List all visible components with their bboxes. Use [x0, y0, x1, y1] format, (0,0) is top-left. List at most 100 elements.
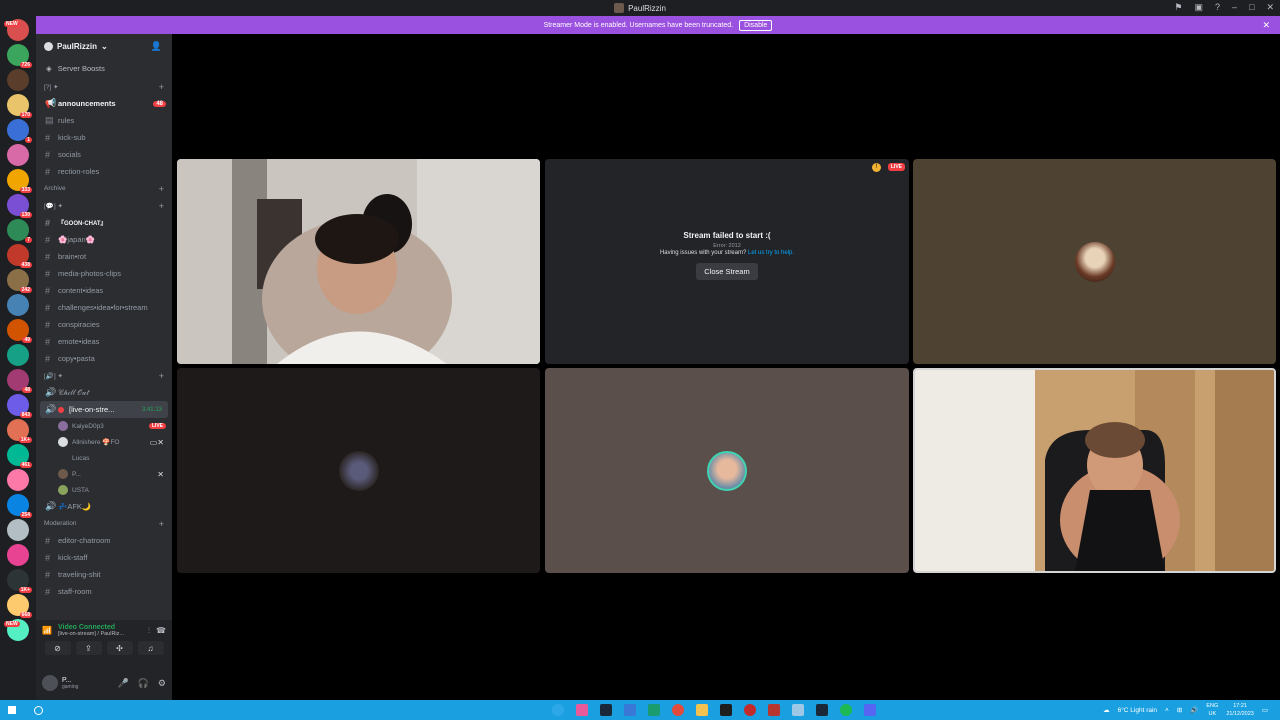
- noise-suppression-icon[interactable]: ⫶: [148, 626, 150, 636]
- server-icon[interactable]: NEW: [4, 619, 29, 641]
- server-icon[interactable]: 668: [7, 594, 32, 618]
- camera-off-button[interactable]: ⊘: [44, 641, 71, 655]
- app-icon[interactable]: [744, 704, 756, 716]
- voice-channel-link[interactable]: [live-on-stream] / PaulRiz...: [58, 631, 142, 637]
- steam-icon[interactable]: [600, 704, 612, 716]
- video-tile[interactable]: [913, 368, 1276, 573]
- category-voice[interactable]: [🔊] ✦ +: [36, 367, 172, 384]
- add-channel-icon[interactable]: +: [159, 201, 164, 211]
- voice-user[interactable]: USTA: [36, 482, 172, 498]
- screen-icon[interactable]: ▣: [1194, 2, 1203, 13]
- server-icon[interactable]: [7, 69, 29, 91]
- edge-icon[interactable]: [552, 704, 564, 716]
- add-channel-icon[interactable]: +: [159, 184, 164, 194]
- search-icon[interactable]: [34, 705, 43, 715]
- soundboard-button[interactable]: ♫: [137, 641, 164, 655]
- server-icon[interactable]: [7, 144, 29, 166]
- server-icon[interactable]: 726: [7, 44, 32, 68]
- channel-rection-roles[interactable]: # rection-roles: [36, 163, 172, 180]
- server-icon[interactable]: 242: [7, 269, 32, 293]
- server-icon[interactable]: 843: [7, 394, 32, 418]
- tray-chevron-icon[interactable]: ˄: [1165, 707, 1169, 714]
- paint-icon[interactable]: [576, 704, 588, 716]
- voice-channel-live-on-stream[interactable]: 🔊 [live-on-stre... 3:41:13: [40, 401, 168, 418]
- activities-button[interactable]: ✣: [106, 641, 133, 655]
- video-tile[interactable]: [177, 159, 540, 364]
- notification-icon[interactable]: ▭: [1262, 706, 1268, 714]
- server-icon[interactable]: 1K+: [7, 569, 32, 593]
- category-archive[interactable]: Archive +: [36, 180, 172, 197]
- channel-copy-pasta[interactable]: # copy•pasta: [36, 350, 172, 367]
- maximize-button[interactable]: □: [1249, 2, 1254, 13]
- stream-help-link[interactable]: Let us try to help.: [748, 250, 794, 256]
- steam-icon[interactable]: [816, 704, 828, 716]
- voice-user[interactable]: KaiyeD0p3 LIVE: [36, 418, 172, 434]
- channel-editor-chatroom[interactable]: # editor-chatroom: [36, 532, 172, 549]
- server-icon[interactable]: [7, 294, 29, 316]
- stream-error-tile[interactable]: ! LIVE Stream failed to start :( Error: …: [545, 159, 909, 364]
- server-icon[interactable]: 1K+: [7, 419, 32, 443]
- microphone-icon[interactable]: 🎤: [117, 678, 128, 689]
- add-channel-icon[interactable]: +: [159, 82, 164, 92]
- add-channel-icon[interactable]: +: [159, 519, 164, 529]
- help-icon[interactable]: ?: [1215, 2, 1220, 13]
- folder-icon[interactable]: [696, 704, 708, 716]
- language-indicator[interactable]: ENG UK: [1206, 702, 1218, 718]
- server-icon[interactable]: [7, 544, 29, 566]
- invite-icon[interactable]: 👤: [151, 41, 162, 52]
- video-tile[interactable]: [177, 368, 540, 573]
- channel-kick-staff[interactable]: # kick-staff: [36, 549, 172, 566]
- channel-socials[interactable]: # socials: [36, 146, 172, 163]
- disconnect-icon[interactable]: ☎: [156, 626, 166, 635]
- server-icon[interactable]: 461: [7, 444, 32, 468]
- close-banner-icon[interactable]: ✕: [1262, 20, 1270, 31]
- channel-content-ideas[interactable]: # content•ideas: [36, 282, 172, 299]
- terminal-icon[interactable]: [720, 704, 732, 716]
- channel-challenges[interactable]: # challenges•idea•for•stream: [36, 299, 172, 316]
- clock[interactable]: 17:21 21/12/2023: [1226, 702, 1254, 718]
- app-icon[interactable]: [624, 704, 636, 716]
- voice-user[interactable]: P... ✕: [36, 466, 172, 482]
- app-icon[interactable]: [768, 704, 780, 716]
- minimize-button[interactable]: –: [1232, 2, 1237, 13]
- server-icon[interactable]: NEW: [4, 19, 29, 41]
- channel-emote-ideas[interactable]: # emote•ideas: [36, 333, 172, 350]
- server-icon[interactable]: [7, 469, 29, 491]
- channel-staff-room[interactable]: # staff-room: [36, 583, 172, 600]
- category-misc[interactable]: [💬] ✦ +: [36, 197, 172, 214]
- disable-streamer-mode-button[interactable]: Disable: [739, 19, 773, 31]
- share-screen-button[interactable]: ⇪: [75, 641, 102, 655]
- channel-goon-chat[interactable]: # 『GOON-CHAT』: [36, 214, 172, 231]
- server-icon[interactable]: 333: [7, 169, 32, 193]
- channel-brain-rot[interactable]: # brain•rot: [36, 248, 172, 265]
- app-icon[interactable]: [792, 704, 804, 716]
- windows-start-icon[interactable]: [8, 706, 16, 714]
- server-icon[interactable]: 1: [7, 119, 32, 143]
- voice-user[interactable]: Lucas: [36, 450, 172, 466]
- channel-japan[interactable]: # 🌸japan🌸: [36, 231, 172, 248]
- server-icon[interactable]: [7, 519, 29, 541]
- server-icon[interactable]: 49: [7, 319, 32, 343]
- discord-icon[interactable]: [864, 704, 876, 716]
- video-tile[interactable]: [545, 368, 909, 573]
- close-window-button[interactable]: ✕: [1266, 2, 1274, 13]
- server-icon[interactable]: 254: [7, 494, 32, 518]
- server-header[interactable]: PaulRizzin ⌄ 👤: [36, 34, 172, 58]
- chrome-icon[interactable]: [672, 704, 684, 716]
- server-icon[interactable]: 48: [7, 369, 32, 393]
- server-boosts-link[interactable]: ◈ Server Boosts: [36, 58, 172, 78]
- app-icon[interactable]: [648, 704, 660, 716]
- channel-traveling[interactable]: # traveling-shit: [36, 566, 172, 583]
- category-top[interactable]: [?] ✦ +: [36, 78, 172, 95]
- network-icon[interactable]: ⊞: [1177, 706, 1182, 714]
- server-icon[interactable]: 7: [7, 219, 32, 243]
- server-icon[interactable]: 130: [7, 194, 32, 218]
- channel-announcements[interactable]: 📢 announcements 48: [36, 95, 172, 112]
- headphones-icon[interactable]: 🎧: [138, 678, 149, 689]
- voice-user[interactable]: Allnishere 🍄FO ▭✕: [36, 434, 172, 450]
- server-icon[interactable]: 170: [7, 94, 32, 118]
- weather-text[interactable]: 6°C Light rain: [1118, 707, 1157, 714]
- voice-channel-chill-out[interactable]: 🔊 𝒞𝒽𝒾𝓁𝓁 𝒪𝓊𝓉: [36, 384, 172, 401]
- server-icon[interactable]: [7, 344, 29, 366]
- gear-icon[interactable]: ⚙: [158, 678, 166, 689]
